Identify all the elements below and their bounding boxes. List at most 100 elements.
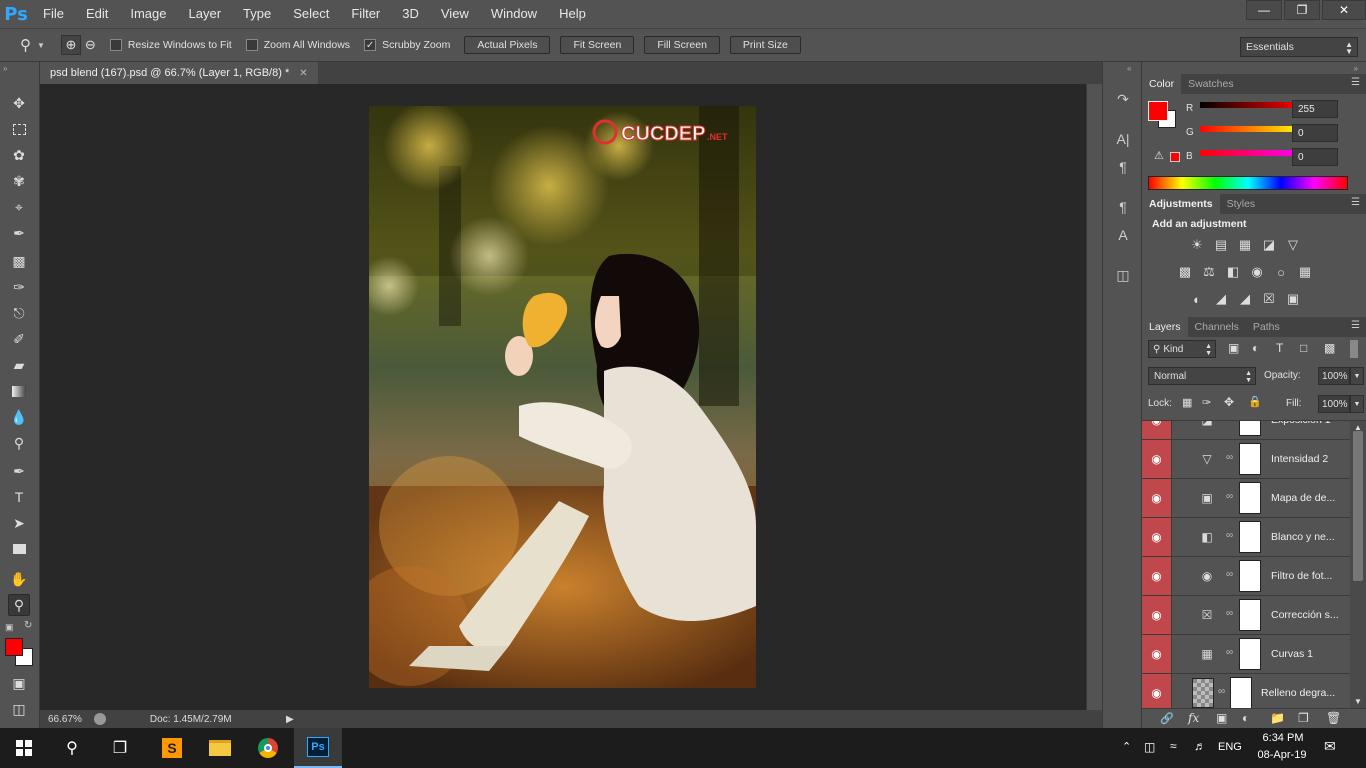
menu-select[interactable]: Select <box>282 0 340 28</box>
menu-file[interactable]: File <box>32 0 75 28</box>
color-lookup-icon[interactable]: ▦ <box>1296 264 1314 280</box>
b-slider[interactable] <box>1200 150 1302 156</box>
selective-color-icon[interactable]: ☒ <box>1260 291 1278 307</box>
r-value[interactable]: 255 <box>1292 100 1338 118</box>
menu-layer[interactable]: Layer <box>178 0 233 28</box>
blend-mode-select[interactable]: Normal ▲ ▼ <box>1148 367 1256 385</box>
lock-position-icon[interactable]: ✥ <box>1224 395 1234 409</box>
history-brush-tool-icon[interactable]: ✐ <box>8 328 30 350</box>
swap-colors-icon[interactable]: ↻ <box>24 620 32 631</box>
lock-all-icon[interactable]: 🔒 <box>1248 395 1262 408</box>
path-selection-tool-icon[interactable]: ➤ <box>8 512 30 534</box>
chrome-icon[interactable] <box>244 728 292 768</box>
curves-icon[interactable]: ▦ <box>1236 237 1254 253</box>
visibility-eye-icon[interactable]: ◉ <box>1142 674 1172 708</box>
close-button[interactable]: ✕ <box>1322 0 1366 20</box>
sublime-text-icon[interactable]: S <box>148 728 196 768</box>
zoom-all-windows-checkbox[interactable]: Zoom All Windows <box>245 39 350 51</box>
zoom-out-icon[interactable]: ⊖ <box>85 37 96 53</box>
pen-tool-icon[interactable]: ✒ <box>8 460 30 482</box>
document-tab[interactable]: psd blend (167).psd @ 66.7% (Layer 1, RG… <box>40 62 318 84</box>
minimize-button[interactable]: — <box>1246 0 1282 20</box>
fill-screen-button[interactable]: Fill Screen <box>644 36 720 54</box>
layer-row[interactable]: ◉ ∞ Relleno degra... <box>1142 674 1350 708</box>
panel-menu-icon[interactable]: ☰ <box>1351 77 1360 88</box>
task-view-icon[interactable]: ❐ <box>96 728 144 768</box>
workspace-select[interactable]: Essentials ▲ ▼ <box>1240 37 1358 57</box>
fill-value[interactable]: 100% <box>1318 395 1350 413</box>
menu-view[interactable]: View <box>430 0 480 28</box>
chain-link-icon[interactable]: ∞ <box>1226 452 1233 463</box>
paragraph-panel-icon[interactable]: ¶ <box>1112 156 1134 178</box>
opacity-dropdown-icon[interactable]: ▼ <box>1350 367 1364 385</box>
menu-help[interactable]: Help <box>548 0 597 28</box>
resize-windows-checkbox[interactable]: Resize Windows to Fit <box>109 39 232 51</box>
layer-name[interactable]: Blanco y ne... <box>1271 531 1335 543</box>
r-slider[interactable] <box>1200 102 1302 108</box>
screen-mode-icon[interactable]: ◫ <box>8 698 30 720</box>
visibility-eye-icon[interactable]: ◉ <box>1142 421 1172 439</box>
quick-mask-icon[interactable]: ▣ <box>8 672 30 694</box>
filter-shape-icon[interactable]: □ <box>1300 341 1307 355</box>
black-white-icon[interactable]: ◧ <box>1224 264 1242 280</box>
document-photo[interactable]: CUCDEP .NET <box>369 106 756 688</box>
lock-image-icon[interactable]: ✑ <box>1202 396 1211 409</box>
tab-layers[interactable]: Layers <box>1142 317 1188 337</box>
tab-paths[interactable]: Paths <box>1246 317 1287 337</box>
panels-collapse-icon[interactable]: » <box>1354 64 1358 73</box>
posterize-icon[interactable]: ◢ <box>1212 291 1230 307</box>
clock-time[interactable]: 6:34 PM <box>1258 732 1308 744</box>
tab-styles[interactable]: Styles <box>1220 194 1263 214</box>
layer-mask-thumbnail[interactable] <box>1239 421 1261 436</box>
color-balance-icon[interactable]: ⚖ <box>1200 264 1218 280</box>
visibility-eye-icon[interactable]: ◉ <box>1142 518 1172 556</box>
layer-mask-thumbnail[interactable] <box>1239 599 1261 631</box>
lasso-tool-icon[interactable]: ✿ <box>8 144 30 166</box>
language-indicator[interactable]: ENG <box>1218 741 1242 753</box>
notifications-icon[interactable]: ✉ <box>1324 738 1336 755</box>
restore-button[interactable]: ❐ <box>1284 0 1320 20</box>
layer-name[interactable]: Curvas 1 <box>1271 648 1313 660</box>
battery-icon[interactable]: ◫ <box>1144 740 1155 754</box>
vertical-scrollbar[interactable] <box>1086 84 1102 710</box>
layer-row[interactable]: ◉ ▽ ∞ Intensidad 2 <box>1142 440 1350 479</box>
close-document-icon[interactable]: ✕ <box>299 68 307 79</box>
web-color-swatch[interactable] <box>1170 152 1180 162</box>
add-mask-icon[interactable]: ▣ <box>1216 711 1227 725</box>
visibility-eye-icon[interactable]: ◉ <box>1142 479 1172 517</box>
actual-pixels-button[interactable]: Actual Pixels <box>464 36 551 54</box>
layer-mask-thumbnail[interactable] <box>1230 677 1252 708</box>
invert-icon[interactable]: ◐ <box>1188 291 1206 307</box>
new-adjustment-icon[interactable]: ◐ <box>1242 711 1249 725</box>
chain-link-icon[interactable]: ∞ <box>1226 421 1233 424</box>
zoom-in-icon[interactable]: ⊕ <box>60 35 81 55</box>
tab-swatches[interactable]: Swatches <box>1181 74 1241 94</box>
photoshop-taskbar-icon[interactable]: Ps <box>294 728 342 768</box>
filter-kind-select[interactable]: ⚲ Kind ▲ ▼ <box>1148 340 1216 358</box>
clone-stamp-tool-icon[interactable]: ⎋ <box>8 302 30 324</box>
status-info-icon[interactable] <box>93 713 106 725</box>
filter-type-icon[interactable]: T <box>1276 341 1283 355</box>
zoom-level[interactable]: 66.67% <box>48 714 82 725</box>
visibility-eye-icon[interactable]: ◉ <box>1142 635 1172 673</box>
fit-screen-button[interactable]: Fit Screen <box>560 36 635 54</box>
menu-type[interactable]: Type <box>232 0 282 28</box>
g-value[interactable]: 0 <box>1292 124 1338 142</box>
new-layer-icon[interactable]: ❐ <box>1298 711 1309 725</box>
chain-link-icon[interactable]: ∞ <box>1218 686 1225 697</box>
layer-row[interactable]: ◉ ◧ ∞ Blanco y ne... <box>1142 518 1350 557</box>
foreground-color-swatch[interactable] <box>5 638 23 656</box>
layer-style-icon[interactable]: fx <box>1188 711 1199 725</box>
lock-transparent-icon[interactable]: ▦ <box>1182 396 1192 409</box>
chain-link-icon[interactable]: ∞ <box>1226 608 1233 619</box>
filter-adjustment-icon[interactable]: ◐ <box>1252 341 1259 355</box>
panel-menu-icon[interactable]: ☰ <box>1351 320 1360 331</box>
chain-link-icon[interactable]: ∞ <box>1226 530 1233 541</box>
scroll-thumb[interactable] <box>1353 431 1363 581</box>
strip-collapse-icon[interactable]: « <box>1127 64 1131 73</box>
layer-mask-thumbnail[interactable] <box>1239 560 1261 592</box>
layer-row[interactable]: ◉ ◪ ∞ Exposición 1 <box>1142 421 1350 440</box>
scroll-down-icon[interactable]: ▼ <box>1354 697 1362 706</box>
g-slider[interactable] <box>1200 126 1302 132</box>
gradient-map-icon[interactable]: ▣ <box>1284 291 1302 307</box>
